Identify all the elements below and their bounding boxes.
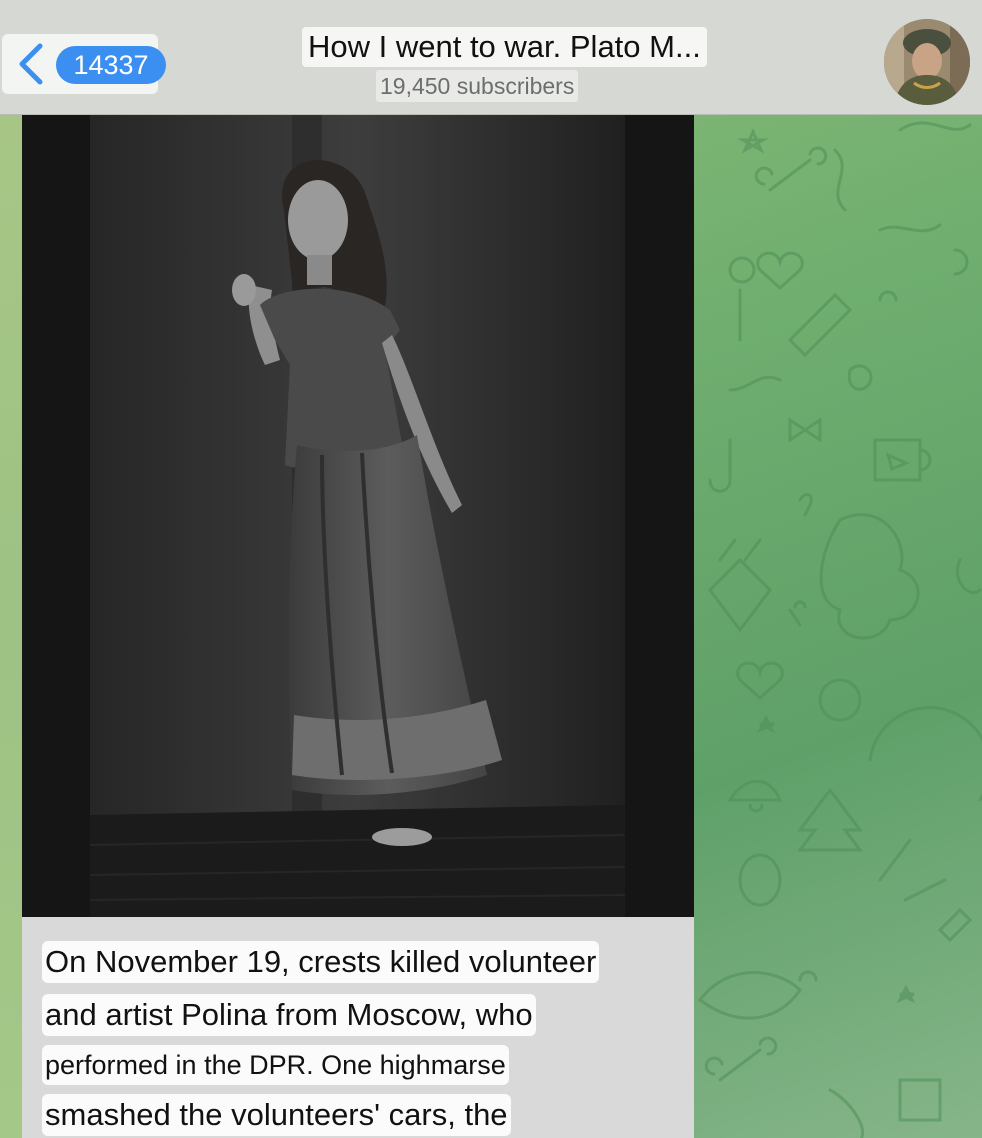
caption-line: performed in the DPR. One highmarse	[42, 1045, 509, 1085]
back-button[interactable]: 14337	[2, 34, 166, 94]
chat-background-left-edge	[0, 115, 22, 1138]
chat-header: 14337 How I went to war. Plato M... 19,4…	[0, 0, 982, 115]
subscriber-count: 19,450 subscribers	[376, 70, 579, 102]
caption-line: smashed the volunteers' cars, the	[42, 1094, 511, 1136]
channel-avatar[interactable]	[884, 19, 970, 105]
caption-line: On November 19, crests killed volunteer	[42, 941, 600, 983]
unread-count-badge: 14337	[56, 46, 166, 84]
channel-title[interactable]: How I went to war. Plato M...	[302, 27, 707, 67]
chevron-left-icon	[19, 43, 43, 85]
message-photo[interactable]	[22, 115, 694, 917]
caption-line: and artist Polina from Moscow, who	[42, 994, 536, 1036]
message-caption: On November 19, crests killed volunteer …	[22, 917, 694, 1138]
message-bubble: On November 19, crests killed volunteer …	[22, 115, 694, 1138]
